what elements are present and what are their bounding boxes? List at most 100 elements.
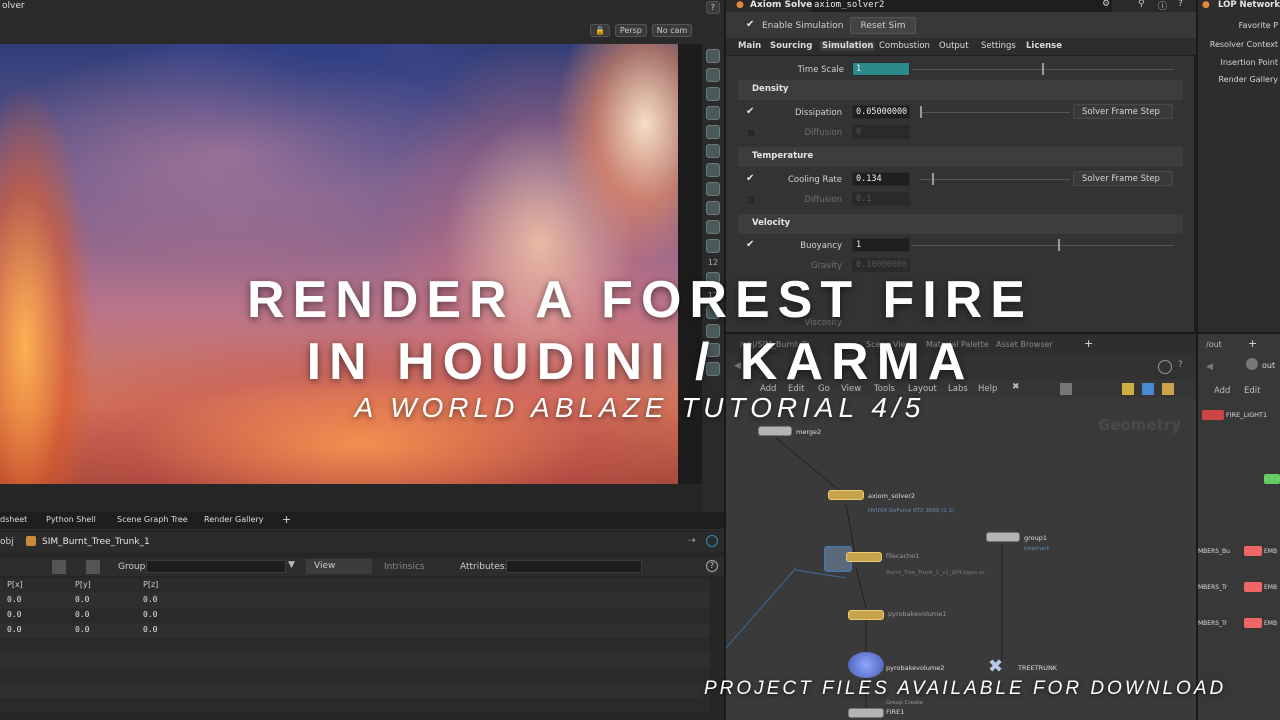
tab-python-shell[interactable]: Python Shell [46, 515, 96, 524]
buoyancy-slider[interactable] [912, 245, 1174, 246]
attributes-input[interactable] [506, 560, 642, 573]
tab-render-gallery[interactable]: Render Gallery [204, 515, 264, 524]
camera-icon[interactable] [706, 182, 720, 196]
view-icon[interactable] [706, 239, 720, 253]
density-section-header[interactable]: Density [738, 80, 1183, 100]
camera-menu[interactable]: No cam [651, 24, 693, 37]
lop-menu-item[interactable]: Render Gallery [1218, 75, 1278, 84]
out-node[interactable] [1264, 474, 1280, 484]
primitive-mode-icon[interactable] [86, 560, 100, 574]
fire-node[interactable] [848, 708, 884, 718]
intrinsics-label[interactable]: Intrinsics [384, 562, 425, 572]
info-icon[interactable]: ⓘ [1158, 0, 1167, 12]
lock-icon[interactable]: 🔒 [590, 24, 610, 37]
tab-main[interactable]: Main [738, 41, 761, 51]
dissipation-slider-handle[interactable] [920, 106, 922, 118]
network-wires [726, 437, 1003, 710]
wireframe-icon[interactable] [706, 125, 720, 139]
tab-output[interactable]: Output [939, 41, 969, 51]
gear-icon[interactable]: ⚙ [1102, 0, 1110, 9]
buoyancy-slider-handle[interactable] [1058, 239, 1060, 251]
diffusion-input[interactable]: 0 [852, 125, 910, 139]
overlay-subtitle: A WORLD ABLAZE TUTORIAL 4/5 [354, 392, 926, 423]
tab-settings[interactable]: Settings [981, 41, 1016, 51]
merge-node[interactable] [758, 426, 792, 436]
light-icon[interactable] [706, 144, 720, 158]
embers-node[interactable] [1244, 582, 1262, 592]
lock-icon[interactable] [706, 87, 720, 101]
lop-menu-item[interactable]: Insertion Point [1220, 58, 1278, 67]
path-prefix[interactable]: obj [0, 537, 14, 547]
pyrobake1-node[interactable] [848, 610, 884, 620]
help-icon[interactable]: ? [705, 1, 720, 14]
lop-icon: ● [1202, 0, 1210, 10]
dissipation-slider[interactable] [920, 112, 1070, 113]
reset-sim-button[interactable]: Reset Sim [850, 17, 916, 34]
snapshot-icon[interactable] [706, 68, 720, 82]
link-icon[interactable] [706, 535, 718, 547]
shading-icon[interactable] [706, 220, 720, 234]
embers-node[interactable] [1244, 618, 1262, 628]
table-row [0, 668, 710, 683]
spreadsheet-path-bar: obj SIM_Burnt_Tree_Trunk_1 ⇢ [0, 532, 724, 552]
tab-scene-graph-tree[interactable]: Scene Graph Tree [117, 515, 188, 524]
cooling-mode-dropdown[interactable]: Solver Frame Step [1073, 171, 1173, 186]
velocity-section-header[interactable]: Velocity [738, 214, 1183, 234]
group-node[interactable] [986, 532, 1020, 542]
axiom-solver-node[interactable] [828, 490, 864, 500]
embers-node-tag: EMB [1264, 548, 1278, 555]
enable-simulation-checkbox[interactable]: ✔ [746, 19, 754, 30]
help-icon[interactable]: ? [706, 560, 718, 572]
table-cell: 0.0 [143, 595, 158, 604]
column-header[interactable]: P[x] [7, 580, 23, 589]
tab-simulation[interactable]: Simulation [820, 41, 876, 51]
ghost-icon[interactable] [706, 106, 720, 120]
help-icon[interactable]: ? [1178, 0, 1183, 9]
add-tab-button[interactable]: + [282, 513, 291, 526]
filecache-node[interactable] [846, 552, 882, 562]
table-cell: 0.0 [75, 595, 90, 604]
view-dropdown[interactable]: View [306, 559, 372, 574]
embers-node-tag: EMB [1264, 620, 1278, 627]
side-number: 12 [707, 258, 719, 267]
embers-node[interactable] [1244, 546, 1262, 556]
lop-menu-item[interactable]: Resolver Context [1210, 40, 1278, 49]
treetrunk-null-node[interactable]: ✖ [988, 656, 1003, 677]
lop-menu-item[interactable]: Favorite P [1239, 21, 1278, 30]
group-input[interactable] [146, 560, 286, 573]
tab-license[interactable]: License [1026, 41, 1062, 51]
time-scale-input[interactable]: 1 [852, 62, 910, 76]
column-header[interactable]: P[z] [143, 580, 158, 589]
table-row [0, 683, 710, 698]
dissipation-mode-dropdown[interactable]: Solver Frame Step [1073, 104, 1173, 119]
buoyancy-label: Buoyancy [800, 241, 842, 251]
cooling-rate-input[interactable]: 0.134 [852, 172, 910, 186]
display-options-icon[interactable] [706, 49, 720, 63]
temperature-section-header[interactable]: Temperature [738, 147, 1183, 167]
perspective-menu[interactable]: Persp [614, 24, 647, 37]
node-name-field[interactable]: axiom_solver2 [812, 0, 1112, 12]
tab-combustion[interactable]: Combustion [879, 41, 930, 51]
buoyancy-input[interactable]: 1 [852, 238, 910, 252]
simulation-controls: ✔ Enable Simulation Reset Sim [726, 12, 1196, 38]
time-scale-slider-handle[interactable] [1042, 63, 1044, 75]
geometry-mode-icon[interactable] [52, 560, 66, 574]
filter-icon[interactable]: ▼ [288, 560, 295, 570]
search-icon[interactable]: ⚲ [1138, 0, 1145, 9]
column-header[interactable]: P[y] [75, 580, 91, 589]
headlight-icon[interactable] [706, 163, 720, 177]
table-cell: 0.0 [7, 595, 22, 604]
pin-icon[interactable]: ⇢ [688, 536, 696, 546]
tab-spreadsheet[interactable]: dsheet [0, 515, 27, 524]
geometry-icon[interactable] [706, 201, 720, 215]
node-path[interactable]: SIM_Burnt_Tree_Trunk_1 [42, 537, 150, 547]
treetrunk-node-label: TREETRUNK [1018, 664, 1058, 672]
cooling-rate-slider[interactable] [920, 179, 1070, 180]
pyrobake2-node[interactable] [848, 652, 884, 678]
cooling-rate-slider-handle[interactable] [932, 173, 934, 185]
table-header: P[x] P[y] P[z] [0, 578, 710, 593]
temp-diffusion-input[interactable]: 0.1 [852, 192, 910, 206]
tab-sourcing[interactable]: Sourcing [770, 41, 812, 51]
dissipation-input[interactable]: 0.05000000 [852, 105, 910, 119]
viewport-title: olver [2, 1, 25, 11]
